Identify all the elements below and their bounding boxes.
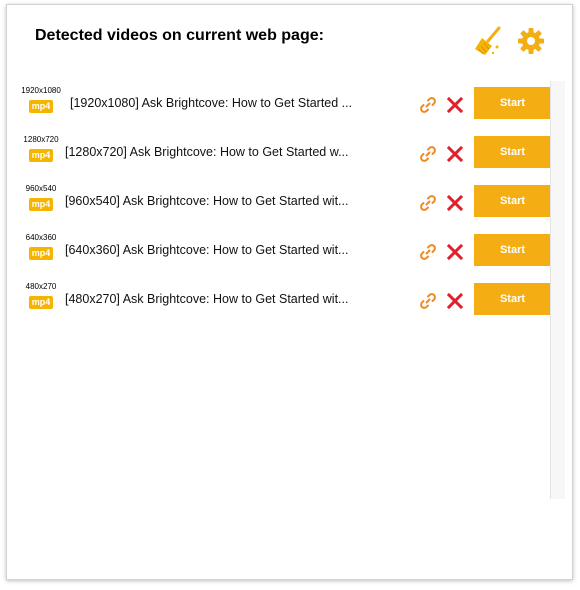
- gear-icon: [518, 28, 544, 54]
- video-badge: 960x540 mp4: [17, 184, 65, 212]
- list-item: 1920x1080 mp4 [1920x1080] Ask Brightcove…: [7, 86, 551, 121]
- delete-icon[interactable]: [446, 243, 464, 261]
- list-item: 480x270 mp4 [480x270] Ask Brightcove: Ho…: [7, 282, 551, 317]
- clean-button[interactable]: [473, 25, 503, 57]
- page-title: Detected videos on current web page:: [35, 27, 324, 44]
- format-badge: mp4: [28, 296, 54, 309]
- resolution-label: 1280x720: [23, 135, 59, 144]
- list-item: 1280x720 mp4 [1280x720] Ask Brightcove: …: [7, 135, 551, 170]
- resolution-label: 640x360: [25, 233, 57, 242]
- video-title: [1280x720] Ask Brightcove: How to Get St…: [65, 145, 349, 159]
- link-icon[interactable]: [419, 96, 437, 114]
- link-icon[interactable]: [419, 145, 437, 163]
- scrollbar[interactable]: [550, 81, 565, 499]
- video-title: [1920x1080] Ask Brightcove: How to Get S…: [70, 96, 353, 110]
- delete-icon[interactable]: [446, 145, 464, 163]
- start-button[interactable]: Start: [474, 185, 551, 217]
- delete-icon[interactable]: [446, 292, 464, 310]
- settings-button[interactable]: [517, 27, 545, 55]
- resolution-label: 960x540: [25, 184, 57, 193]
- video-list[interactable]: 1920x1080 mp4 [1920x1080] Ask Brightcove…: [7, 81, 551, 499]
- link-icon[interactable]: [419, 292, 437, 310]
- delete-icon[interactable]: [446, 96, 464, 114]
- format-badge: mp4: [28, 198, 54, 211]
- link-icon[interactable]: [419, 194, 437, 212]
- popup-panel: Detected videos on current web page: 192…: [6, 4, 573, 580]
- video-title: [640x360] Ask Brightcove: How to Get Sta…: [65, 243, 349, 257]
- resolution-label: 1920x1080: [21, 86, 61, 95]
- list-item: 640x360 mp4 [640x360] Ask Brightcove: Ho…: [7, 233, 551, 268]
- format-badge: mp4: [28, 149, 54, 162]
- delete-icon[interactable]: [446, 194, 464, 212]
- video-badge: 1920x1080 mp4: [17, 86, 65, 114]
- start-button[interactable]: Start: [474, 283, 551, 315]
- start-button[interactable]: Start: [474, 87, 551, 119]
- format-badge: mp4: [28, 247, 54, 260]
- video-badge: 640x360 mp4: [17, 233, 65, 261]
- start-button[interactable]: Start: [474, 234, 551, 266]
- broom-icon: [475, 26, 501, 55]
- format-badge: mp4: [28, 100, 54, 113]
- video-badge: 1280x720 mp4: [17, 135, 65, 163]
- start-button[interactable]: Start: [474, 136, 551, 168]
- video-badge: 480x270 mp4: [17, 282, 65, 310]
- video-title: [960x540] Ask Brightcove: How to Get Sta…: [65, 194, 349, 208]
- resolution-label: 480x270: [25, 282, 57, 291]
- list-item: 960x540 mp4 [960x540] Ask Brightcove: Ho…: [7, 184, 551, 219]
- video-title: [480x270] Ask Brightcove: How to Get Sta…: [65, 292, 349, 306]
- link-icon[interactable]: [419, 243, 437, 261]
